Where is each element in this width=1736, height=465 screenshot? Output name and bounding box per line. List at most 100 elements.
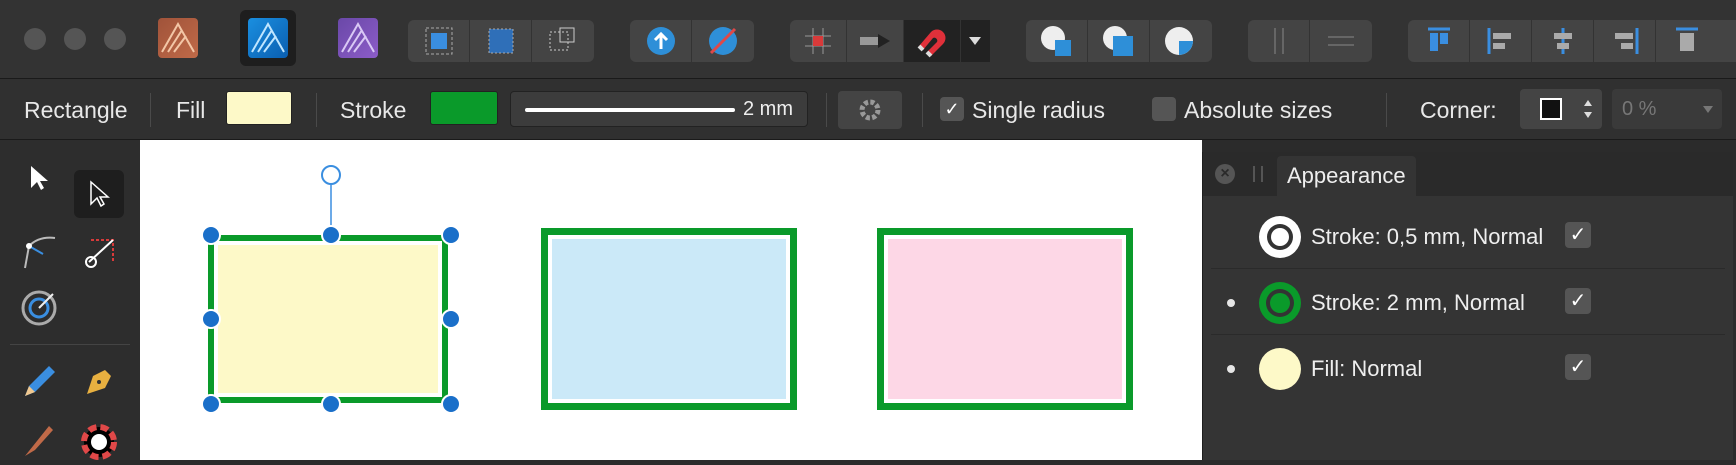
snapping-magnet-icon[interactable] bbox=[903, 20, 961, 62]
close-panel-icon[interactable]: × bbox=[1215, 164, 1235, 184]
boolean-group bbox=[1026, 20, 1212, 62]
absolute-sizes-checkbox[interactable] bbox=[1152, 97, 1176, 121]
align-right-icon[interactable] bbox=[1594, 20, 1656, 62]
gear-icon bbox=[859, 99, 881, 121]
visibility-checkbox[interactable]: ✓ bbox=[1565, 222, 1591, 248]
curve-node-icon bbox=[24, 236, 56, 269]
fill-color-swatch[interactable] bbox=[226, 91, 292, 125]
tab-appearance[interactable]: Appearance bbox=[1277, 156, 1416, 196]
rotation-handle[interactable] bbox=[321, 165, 341, 185]
grid-icon[interactable] bbox=[790, 20, 847, 62]
active-bullet-icon bbox=[1227, 365, 1235, 373]
align-group bbox=[1408, 20, 1736, 62]
intersect-boolean-icon[interactable] bbox=[1150, 20, 1212, 62]
appearance-row-stroke-thin[interactable]: Stroke: 0,5 mm, Normal ✓ bbox=[1211, 204, 1725, 269]
separator bbox=[316, 93, 317, 127]
corner-square-icon bbox=[1540, 98, 1562, 120]
yellow-rectangle[interactable] bbox=[208, 235, 448, 403]
align-top-icon[interactable] bbox=[1408, 20, 1470, 62]
resize-handle-right[interactable] bbox=[441, 309, 461, 329]
single-radius-checkbox[interactable]: ✓ bbox=[940, 97, 964, 121]
select-all-icon[interactable] bbox=[408, 20, 470, 62]
no-edit-flower-icon[interactable] bbox=[692, 20, 754, 62]
stroke-width-field[interactable]: 2 mm bbox=[510, 91, 808, 127]
resize-handle-top-right[interactable] bbox=[441, 225, 461, 245]
context-toolbar: Rectangle Fill Stroke 2 mm ✓ Single radi… bbox=[0, 79, 1736, 140]
main-toolbar bbox=[0, 0, 1736, 79]
resize-handle-bottom[interactable] bbox=[321, 394, 341, 414]
separator bbox=[150, 93, 151, 127]
stroke-width-value: 2 mm bbox=[743, 98, 793, 120]
color-wheel-icon bbox=[81, 424, 117, 460]
align-top-edge-icon[interactable] bbox=[1656, 20, 1718, 62]
designer-logo-icon bbox=[248, 18, 288, 58]
point-transform-tool-button[interactable] bbox=[14, 284, 64, 332]
drag-handle-icon[interactable] bbox=[1253, 166, 1263, 182]
resize-handle-bottom-left[interactable] bbox=[201, 394, 221, 414]
upload-flower-icon[interactable] bbox=[630, 20, 692, 62]
close-window-button[interactable] bbox=[24, 28, 46, 50]
separator bbox=[1386, 93, 1387, 127]
minimize-window-button[interactable] bbox=[64, 28, 86, 50]
canvas-shapes bbox=[201, 165, 1133, 414]
snapping-dropdown-chevron-icon[interactable] bbox=[960, 20, 990, 62]
zoom-window-button[interactable] bbox=[104, 28, 126, 50]
pen-node-tool-button[interactable] bbox=[14, 228, 64, 276]
add-boolean-icon[interactable] bbox=[1026, 20, 1088, 62]
distribute-vertical-icon[interactable] bbox=[1248, 20, 1310, 62]
corner-type-dropdown[interactable] bbox=[1520, 89, 1602, 129]
stroke-label: Stroke bbox=[340, 97, 407, 123]
visibility-checkbox[interactable]: ✓ bbox=[1565, 288, 1591, 314]
single-radius-label: Single radius bbox=[972, 97, 1105, 123]
resize-handle-top[interactable] bbox=[321, 225, 341, 245]
stroke-width-slider[interactable] bbox=[525, 108, 735, 112]
subtract-boolean-icon[interactable] bbox=[1088, 20, 1150, 62]
node-arrow-icon bbox=[90, 180, 110, 208]
align-center-icon[interactable] bbox=[1532, 20, 1594, 62]
stroke-ring-green-icon bbox=[1259, 282, 1301, 324]
separator bbox=[826, 93, 827, 127]
export-logo-icon bbox=[338, 18, 378, 58]
export-persona-button[interactable] bbox=[330, 10, 386, 66]
pen-tool-button[interactable] bbox=[74, 358, 124, 406]
tool-name-label: Rectangle bbox=[24, 97, 128, 123]
separator bbox=[922, 93, 923, 127]
appearance-row-fill[interactable]: Fill: Normal ✓ bbox=[1211, 336, 1725, 400]
appearance-row-stroke-thick[interactable]: Stroke: 2 mm, Normal ✓ bbox=[1211, 270, 1725, 335]
move-tool-button[interactable] bbox=[14, 154, 64, 202]
brush-tool-button[interactable] bbox=[14, 416, 64, 464]
active-bullet-icon bbox=[1227, 299, 1235, 307]
brush-icon bbox=[25, 426, 53, 456]
stroke-ring-white-icon bbox=[1259, 216, 1301, 258]
publisher-persona-button[interactable] bbox=[150, 10, 206, 66]
resize-handle-right-bottom[interactable] bbox=[441, 394, 461, 414]
fill-label: Fill bbox=[176, 97, 206, 123]
corner-tool-button[interactable] bbox=[74, 228, 124, 276]
node-tool-button[interactable] bbox=[74, 170, 124, 218]
deselect-icon[interactable] bbox=[470, 20, 532, 62]
designer-persona-button[interactable] bbox=[240, 10, 296, 66]
row-label: Fill: Normal bbox=[1311, 356, 1423, 381]
invert-selection-icon[interactable] bbox=[532, 20, 594, 62]
fill-tool-button[interactable] bbox=[74, 416, 124, 464]
chevron-down-icon bbox=[1703, 106, 1713, 113]
blue-rectangle[interactable] bbox=[541, 228, 797, 410]
distribute-horizontal-icon[interactable] bbox=[1310, 20, 1372, 62]
isolation-group bbox=[630, 20, 754, 62]
corner-percent-field[interactable]: 0 % bbox=[1612, 89, 1722, 129]
visibility-checkbox[interactable]: ✓ bbox=[1565, 354, 1591, 380]
stroke-color-swatch[interactable] bbox=[430, 91, 498, 125]
align-left-icon[interactable] bbox=[1470, 20, 1532, 62]
move-arrow-icon[interactable] bbox=[847, 20, 904, 62]
row-label: Stroke: 2 mm, Normal bbox=[1311, 290, 1525, 315]
resize-handle-left[interactable] bbox=[201, 309, 221, 329]
document-canvas[interactable] bbox=[140, 140, 1202, 460]
settings-button[interactable] bbox=[838, 91, 902, 129]
row-label: Stroke: 0,5 mm, Normal bbox=[1311, 224, 1544, 249]
resize-handle-top-left[interactable] bbox=[201, 225, 221, 245]
distribute-group bbox=[1248, 20, 1372, 62]
appearance-panel: × Appearance Stroke: 0,5 mm, Normal ✓ St… bbox=[1202, 152, 1733, 460]
pencil-tool-button[interactable] bbox=[14, 358, 64, 406]
pink-rectangle[interactable] bbox=[877, 228, 1133, 410]
pen-nib-icon bbox=[87, 370, 111, 394]
